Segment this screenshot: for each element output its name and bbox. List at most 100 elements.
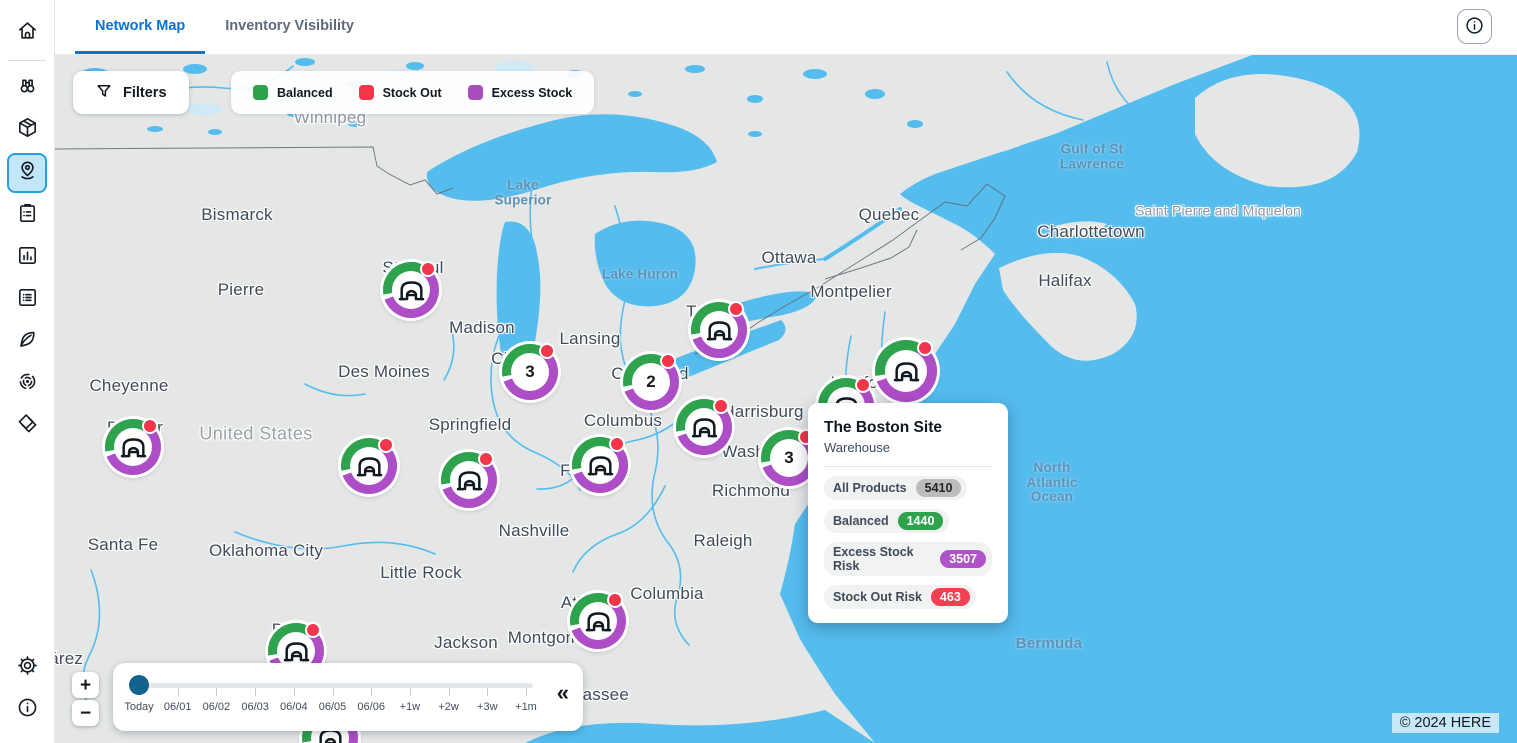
legend-label: Stock Out xyxy=(383,86,442,100)
legend: BalancedStock OutExcess Stock xyxy=(231,71,594,114)
timeline-label[interactable]: 06/01 xyxy=(164,701,192,713)
map-label: Columbia xyxy=(630,585,703,603)
sidebar-item-demand-planning[interactable] xyxy=(8,69,46,107)
tooltip-site-name: The Boston Site xyxy=(824,419,992,437)
tooltip-metric-label: Stock Out Risk xyxy=(833,590,922,604)
timeline-label[interactable]: +1m xyxy=(515,701,537,713)
stock-out-indicator-dot xyxy=(478,451,494,467)
timeline-tick xyxy=(487,688,488,696)
app-window: Network Map Inventory Visibility xyxy=(0,0,1517,743)
tab-network-map[interactable]: Network Map xyxy=(75,0,205,54)
filters-button[interactable]: Filters xyxy=(73,71,189,114)
map-label: Montpelier xyxy=(810,283,891,301)
legend-swatch xyxy=(468,85,483,100)
tooltip-metric-pill: Excess Stock Risk3507 xyxy=(824,542,992,576)
timeline-label[interactable]: +1w xyxy=(400,701,421,713)
tooltip-metric-badge: 463 xyxy=(931,588,970,606)
sidebar-item-settings[interactable] xyxy=(8,649,46,687)
map-site-marker[interactable] xyxy=(570,593,626,649)
bar-chart-icon xyxy=(16,244,39,272)
map-label: Lake Superior xyxy=(494,178,551,207)
sidebar-item-work-orders[interactable] xyxy=(8,281,46,319)
stock-out-indicator-dot xyxy=(660,353,676,369)
sidebar-item-network-map[interactable] xyxy=(7,153,47,193)
sidebar-divider xyxy=(8,60,46,61)
sidebar-item-integrations[interactable] xyxy=(8,407,46,445)
timeline-label[interactable]: 06/04 xyxy=(280,701,308,713)
tab-bar: Network Map Inventory Visibility xyxy=(75,0,374,54)
network-map-canvas[interactable]: WinnipegBismarckPierreCheyenneDenverSant… xyxy=(55,54,1517,743)
tooltip-metric-pill: Stock Out Risk 463 xyxy=(824,585,976,609)
stock-out-indicator-dot xyxy=(855,377,871,393)
zoom-out-button[interactable]: − xyxy=(72,700,99,726)
tooltip-row: All Products5410 xyxy=(824,476,992,500)
sidebar-item-orders[interactable] xyxy=(8,111,46,149)
timeline-tick xyxy=(216,688,217,696)
map-label: Saint Pierre and Miquelon xyxy=(1135,203,1301,218)
timeline-tick xyxy=(371,688,372,696)
topbar: Network Map Inventory Visibility xyxy=(55,0,1517,55)
timeline-label[interactable]: 06/06 xyxy=(357,701,385,713)
timeline-label[interactable]: Today xyxy=(124,701,153,713)
map-site-marker[interactable] xyxy=(105,419,161,475)
map-site-marker[interactable] xyxy=(341,438,397,494)
tooltip-row: Excess Stock Risk3507 xyxy=(824,542,992,576)
stock-out-indicator-dot xyxy=(713,398,729,414)
tooltip-site-type: Warehouse xyxy=(824,440,992,455)
timeline-tick xyxy=(255,688,256,696)
map-label: Halifax xyxy=(1038,272,1091,290)
tooltip-metric-badge: 3507 xyxy=(940,550,986,568)
tab-inventory-visibility[interactable]: Inventory Visibility xyxy=(205,0,374,54)
warehouse-icon xyxy=(450,461,488,499)
legend-label: Excess Stock xyxy=(492,86,573,100)
sidebar xyxy=(0,0,55,743)
tooltip-metric-pill: Balanced1440 xyxy=(824,509,949,533)
tooltip-metric-badge: 1440 xyxy=(898,512,944,530)
map-site-marker[interactable] xyxy=(441,452,497,508)
tooltip-row: Balanced1440 xyxy=(824,509,992,533)
map-label: Ottawa xyxy=(761,249,816,267)
warehouse-icon xyxy=(685,408,723,446)
sidebar-item-tracking[interactable] xyxy=(8,365,46,403)
stock-out-indicator-dot xyxy=(420,261,436,277)
sidebar-item-plans[interactable] xyxy=(8,197,46,235)
timeline-label[interactable]: 06/05 xyxy=(319,701,347,713)
warehouse-icon xyxy=(700,311,738,349)
map-site-marker[interactable] xyxy=(691,302,747,358)
sidebar-item-info[interactable] xyxy=(8,691,46,729)
map-label: Gulf of St Lawrence xyxy=(1060,142,1124,171)
gear-icon xyxy=(16,654,39,682)
timeline-handle[interactable] xyxy=(129,675,149,695)
stock-out-indicator-dot xyxy=(728,301,744,317)
timeline-label[interactable]: +2w xyxy=(438,701,459,713)
sidebar-item-insights[interactable] xyxy=(8,239,46,277)
timeline-label[interactable]: 06/02 xyxy=(203,701,231,713)
header-info-button[interactable] xyxy=(1457,9,1492,44)
leaf-icon xyxy=(16,328,39,356)
info-icon xyxy=(1464,15,1485,39)
warehouse-icon xyxy=(350,447,388,485)
map-label: Nashville xyxy=(499,522,570,540)
timeline-label[interactable]: 06/03 xyxy=(241,701,269,713)
tooltip-row: Stock Out Risk 463 xyxy=(824,585,992,609)
map-site-marker[interactable] xyxy=(383,262,439,318)
sidebar-item-home[interactable] xyxy=(8,14,46,52)
map-label: Cheyenne xyxy=(89,377,168,395)
map-label: Harrisburg xyxy=(722,403,803,421)
map-cluster-marker[interactable]: 3 xyxy=(502,344,558,400)
map-label: United States xyxy=(199,424,312,443)
radar-icon xyxy=(16,370,39,398)
map-label: Charlottetown xyxy=(1037,223,1145,241)
map-site-marker[interactable] xyxy=(875,340,937,402)
warehouse-icon xyxy=(579,602,617,640)
timeline-label[interactable]: +3w xyxy=(477,701,498,713)
map-label: Oklahoma City xyxy=(209,542,323,560)
map-label: Juárez xyxy=(55,650,83,668)
map-site-marker[interactable] xyxy=(572,437,628,493)
map-site-marker[interactable] xyxy=(676,399,732,455)
zoom-in-button[interactable]: + xyxy=(72,672,99,698)
sidebar-item-sustainability[interactable] xyxy=(8,323,46,361)
timeline-collapse-button[interactable]: « xyxy=(557,679,569,708)
map-cluster-marker[interactable]: 2 xyxy=(623,354,679,410)
package-icon xyxy=(16,116,39,144)
